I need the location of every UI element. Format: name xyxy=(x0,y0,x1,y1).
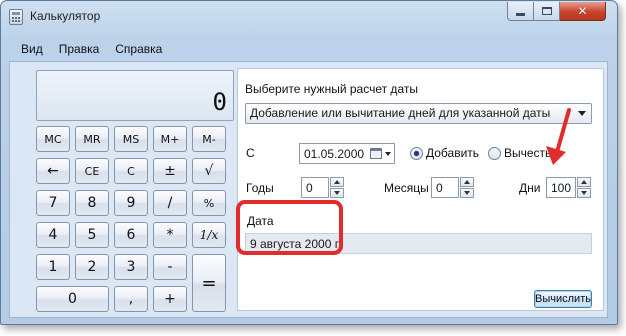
key-m-plus[interactable]: M+ xyxy=(153,126,187,152)
key-divide[interactable]: / xyxy=(153,190,187,216)
years-label: Годы xyxy=(246,181,274,195)
key-sqrt[interactable]: √ xyxy=(192,158,226,184)
days-down-icon[interactable] xyxy=(577,188,591,198)
calendar-icon[interactable] xyxy=(370,148,382,159)
display-value: 0 xyxy=(212,88,227,116)
maximize-icon xyxy=(541,7,552,15)
key-ms[interactable]: MS xyxy=(114,126,148,152)
minimize-icon xyxy=(516,12,525,16)
key-multiply[interactable]: * xyxy=(153,222,187,248)
key-backspace[interactable]: ← xyxy=(36,158,70,184)
date-calculation-panel: Выберите нужный расчет даты Добавление и… xyxy=(237,68,604,311)
key-comma[interactable]: , xyxy=(114,286,148,312)
window-title: Калькулятор xyxy=(30,9,101,23)
calculator-app-icon xyxy=(9,9,23,25)
key-reciprocal[interactable]: 1/x xyxy=(192,222,226,248)
add-radio[interactable] xyxy=(410,147,423,160)
annotation-arrow-icon xyxy=(546,108,571,165)
compute-button[interactable]: Вычислить xyxy=(534,290,592,308)
menu-edit[interactable]: Правка xyxy=(51,42,108,56)
months-label: Месяцы xyxy=(384,181,429,195)
key-negate[interactable]: ± xyxy=(153,158,187,184)
menu-help[interactable]: Справка xyxy=(107,42,170,56)
annotation-highlight-box xyxy=(236,200,343,255)
from-label: С xyxy=(246,146,255,160)
subtract-radio[interactable] xyxy=(488,147,501,160)
from-date-picker[interactable]: 01.05.2000 xyxy=(299,143,395,164)
years-value: 0 xyxy=(306,181,313,195)
key-3[interactable]: 3 xyxy=(114,254,148,280)
months-stepper[interactable] xyxy=(460,177,474,198)
key-7[interactable]: 7 xyxy=(36,190,70,216)
menu-view[interactable]: Вид xyxy=(9,42,51,56)
days-value: 100 xyxy=(551,181,572,195)
key-0[interactable]: 0 xyxy=(36,286,109,312)
minimize-button[interactable] xyxy=(507,2,534,21)
maximize-button[interactable] xyxy=(534,2,560,21)
key-8[interactable]: 8 xyxy=(75,190,109,216)
key-ce[interactable]: CE xyxy=(75,158,109,184)
years-down-icon[interactable] xyxy=(330,188,344,198)
calculator-body: 0 MC MR MS M+ M- ← CE C ± √ 7 8 9 / % 4 … xyxy=(9,61,608,318)
months-input[interactable]: 0 xyxy=(431,177,459,198)
key-9[interactable]: 9 xyxy=(114,190,148,216)
years-up-icon[interactable] xyxy=(330,177,344,187)
menu-bar: Вид Правка Справка xyxy=(9,38,608,60)
calculator-display: 0 xyxy=(36,70,234,121)
days-up-icon[interactable] xyxy=(577,177,591,187)
calculation-mode-value: Добавление или вычитание дней для указан… xyxy=(250,106,551,120)
months-value: 0 xyxy=(436,181,443,195)
key-mc[interactable]: MC xyxy=(36,126,70,152)
years-input[interactable]: 0 xyxy=(301,177,329,198)
key-6[interactable]: 6 xyxy=(114,222,148,248)
calculator-window: Калькулятор ✕ Вид Правка Справка 0 MC MR… xyxy=(0,0,618,325)
from-date-value: 01.05.2000 xyxy=(304,147,365,161)
key-m-minus[interactable]: M- xyxy=(192,126,226,152)
key-add[interactable]: + xyxy=(153,286,187,312)
close-button[interactable]: ✕ xyxy=(560,2,606,21)
months-up-icon[interactable] xyxy=(460,177,474,187)
key-1[interactable]: 1 xyxy=(36,254,70,280)
key-equals[interactable]: = xyxy=(192,254,226,312)
date-panel-header: Выберите нужный расчет даты xyxy=(245,82,418,96)
days-input[interactable]: 100 xyxy=(546,177,576,198)
key-subtract[interactable]: - xyxy=(153,254,187,280)
years-stepper[interactable] xyxy=(330,177,344,198)
key-5[interactable]: 5 xyxy=(75,222,109,248)
key-c[interactable]: C xyxy=(114,158,148,184)
add-radio-label[interactable]: Добавить xyxy=(426,146,479,160)
key-2[interactable]: 2 xyxy=(75,254,109,280)
close-icon: ✕ xyxy=(577,4,588,18)
key-4[interactable]: 4 xyxy=(36,222,70,248)
months-down-icon[interactable] xyxy=(460,188,474,198)
title-bar[interactable]: Калькулятор ✕ xyxy=(1,1,617,31)
days-label: Дни xyxy=(519,181,541,195)
key-percent[interactable]: % xyxy=(192,190,226,216)
calendar-dropdown-icon[interactable] xyxy=(385,152,391,156)
days-stepper[interactable] xyxy=(577,177,591,198)
key-mr[interactable]: MR xyxy=(75,126,109,152)
